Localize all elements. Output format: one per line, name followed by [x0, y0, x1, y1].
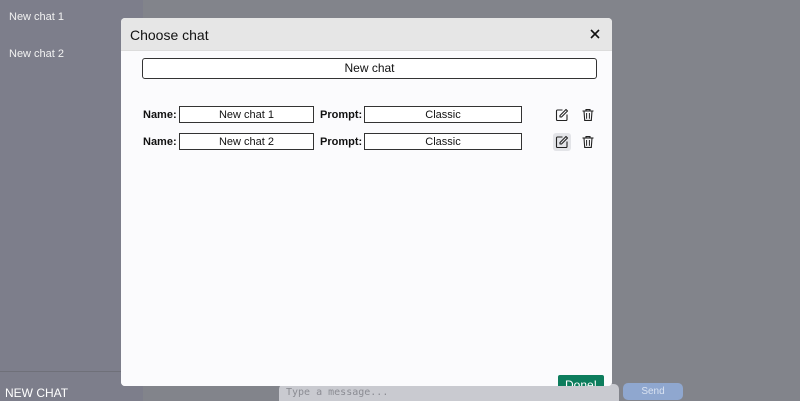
modal-body: New chat Name: Prompt: [121, 51, 612, 386]
modal-header: Choose chat [121, 18, 612, 51]
trash-icon[interactable] [579, 133, 597, 151]
sidebar-item-chat-1[interactable]: New chat 1 [9, 11, 64, 23]
prompt-field[interactable] [364, 106, 522, 123]
edit-icon[interactable] [553, 106, 571, 124]
modal-new-chat-button[interactable]: New chat [142, 58, 597, 79]
chat-row: Name: Prompt: [121, 133, 612, 153]
prompt-field[interactable] [364, 133, 522, 150]
name-label: Name: [143, 136, 177, 148]
trash-icon[interactable] [579, 106, 597, 124]
chat-row: Name: Prompt: [121, 106, 612, 126]
chat-name-field[interactable] [179, 106, 314, 123]
name-label: Name: [143, 109, 177, 121]
done-button[interactable]: Done! [558, 375, 604, 386]
edit-icon[interactable] [553, 133, 571, 151]
close-icon[interactable] [588, 26, 602, 42]
new-chat-button[interactable]: NEW CHAT [5, 386, 68, 400]
choose-chat-modal: Choose chat New chat Name: Prompt: [121, 18, 612, 386]
prompt-label: Prompt: [320, 109, 363, 121]
sidebar-item-chat-2[interactable]: New chat 2 [9, 48, 64, 60]
modal-title: Choose chat [130, 27, 209, 43]
prompt-label: Prompt: [320, 136, 363, 148]
message-input[interactable] [279, 384, 619, 401]
chat-name-field[interactable] [179, 133, 314, 150]
send-button[interactable]: Send [623, 383, 683, 400]
